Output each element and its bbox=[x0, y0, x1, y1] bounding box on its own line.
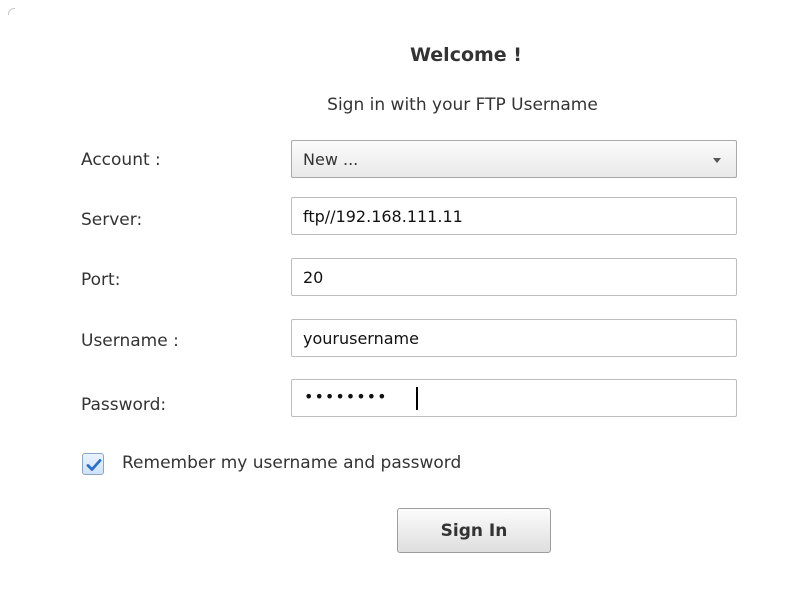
welcome-title: Welcome ! bbox=[410, 44, 522, 66]
port-field-box bbox=[291, 258, 737, 296]
password-label: Password: bbox=[81, 395, 167, 415]
password-masked-value: •••••••• bbox=[304, 387, 388, 406]
account-label: Account : bbox=[81, 150, 161, 170]
username-label: Username : bbox=[81, 331, 179, 351]
remember-label: Remember my username and password bbox=[122, 453, 462, 473]
sign-in-button[interactable]: Sign In bbox=[397, 508, 551, 553]
server-field-box bbox=[291, 197, 737, 235]
server-field[interactable] bbox=[292, 198, 736, 234]
account-select-value: New ... bbox=[303, 150, 359, 169]
username-field[interactable] bbox=[292, 320, 736, 356]
username-field-box bbox=[291, 319, 737, 357]
password-field[interactable]: •••••••• bbox=[291, 379, 737, 417]
port-label: Port: bbox=[81, 270, 121, 290]
window-corner-mark bbox=[8, 8, 15, 15]
text-caret bbox=[416, 387, 418, 410]
chevron-down-icon bbox=[713, 158, 721, 163]
server-label: Server: bbox=[81, 210, 143, 230]
remember-checkbox[interactable] bbox=[82, 453, 104, 475]
port-field[interactable] bbox=[292, 259, 736, 295]
checkmark-icon bbox=[86, 459, 102, 471]
account-select[interactable]: New ... bbox=[291, 140, 737, 178]
signin-subtitle: Sign in with your FTP Username bbox=[327, 95, 598, 115]
